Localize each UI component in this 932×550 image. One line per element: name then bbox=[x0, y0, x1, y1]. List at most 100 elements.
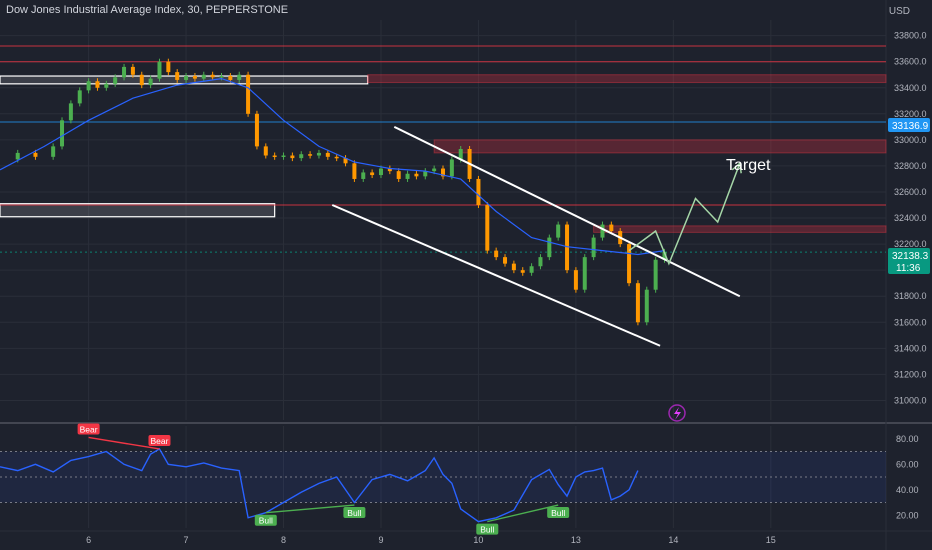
candle-body bbox=[148, 78, 153, 86]
candle-body bbox=[325, 152, 330, 157]
price-tick-label: 33400.0 bbox=[894, 83, 927, 93]
candle-body bbox=[299, 154, 304, 159]
candle-body bbox=[449, 159, 454, 177]
bull-badge-text: Bull bbox=[480, 525, 494, 535]
candle-body bbox=[432, 168, 437, 172]
candle-body bbox=[511, 263, 516, 271]
last-price-text: 32138.3 bbox=[892, 251, 929, 262]
candle-body bbox=[352, 163, 357, 179]
candle-body bbox=[95, 81, 100, 88]
bull-badge-text: Bull bbox=[259, 516, 273, 526]
time-tick-label: 13 bbox=[571, 535, 581, 545]
price-tick-label: 31200.0 bbox=[894, 369, 927, 379]
rsi-panel: Bear Bear Bull Bull Bull Bull bbox=[0, 423, 886, 535]
candle-body bbox=[68, 103, 73, 121]
candle-body bbox=[476, 178, 481, 206]
candle-body bbox=[104, 83, 109, 88]
candle-body bbox=[122, 66, 127, 78]
bull-badge-text: Bull bbox=[347, 508, 361, 518]
price-tick-label: 32400.0 bbox=[894, 213, 927, 223]
candle-body bbox=[130, 66, 135, 75]
candle-body bbox=[609, 224, 614, 232]
candle-body bbox=[139, 74, 144, 86]
candle-body bbox=[494, 250, 499, 258]
moving-average-line bbox=[0, 77, 665, 256]
time-tick-label: 14 bbox=[668, 535, 678, 545]
candle-body bbox=[361, 172, 366, 179]
countdown-text: 11:36 bbox=[896, 263, 921, 274]
candle-body bbox=[166, 61, 171, 73]
candle-body bbox=[635, 283, 640, 323]
candle-body bbox=[334, 156, 339, 159]
candle-body bbox=[573, 270, 578, 290]
price-axis[interactable]: 33800.0 33600.0 33400.0 33200.0 33000.0 32800… bbox=[894, 31, 927, 406]
candle-body bbox=[396, 171, 401, 179]
bear-badge-text: Bear bbox=[150, 436, 168, 446]
candle-body bbox=[503, 257, 508, 264]
candle-body bbox=[51, 146, 56, 157]
time-tick-label: 8 bbox=[281, 535, 286, 545]
zone-box bbox=[0, 203, 276, 218]
candle-body bbox=[113, 77, 118, 84]
projection bbox=[628, 161, 742, 266]
candle-body bbox=[228, 76, 233, 80]
time-tick-label: 9 bbox=[378, 535, 383, 545]
candle-body bbox=[538, 257, 543, 267]
chart-canvas[interactable]: Target BearBearBullBullBullBull 33800.03… bbox=[0, 0, 932, 550]
rsi-axis[interactable]: 80.00 60.00 40.00 20.00 bbox=[896, 434, 919, 521]
time-tick-label: 6 bbox=[86, 535, 91, 545]
channel bbox=[331, 125, 741, 347]
time-tick-label: 15 bbox=[766, 535, 776, 545]
price-tick-label: 33800.0 bbox=[894, 31, 927, 41]
time-tick-label: 7 bbox=[184, 535, 189, 545]
candle-body bbox=[644, 289, 649, 323]
rsi-tick-label: 80.00 bbox=[896, 434, 919, 444]
candle-body bbox=[378, 168, 383, 176]
candle-body bbox=[414, 173, 419, 177]
price-tick-label: 31400.0 bbox=[894, 343, 927, 353]
candle-body bbox=[175, 72, 180, 80]
price-tick-label: 31000.0 bbox=[894, 395, 927, 405]
candle-body bbox=[219, 76, 224, 78]
candle-body bbox=[600, 224, 605, 238]
projection-path bbox=[628, 163, 741, 266]
candle-body bbox=[246, 74, 251, 114]
zone-box bbox=[0, 75, 369, 85]
candle-body bbox=[184, 76, 189, 80]
candle-body bbox=[86, 81, 91, 91]
candle-body bbox=[210, 74, 215, 78]
divergence-line bbox=[265, 504, 355, 514]
candle-body bbox=[405, 173, 410, 179]
candle-body bbox=[290, 155, 295, 159]
candle-body bbox=[15, 152, 20, 160]
candle-body bbox=[33, 152, 38, 157]
lightning-icon[interactable] bbox=[668, 404, 686, 422]
time-axis[interactable]: 6 7 8 9 10 13 14 15 bbox=[86, 535, 776, 545]
candle-body bbox=[485, 205, 490, 251]
candle-body bbox=[237, 74, 242, 80]
price-tick-label: 31800.0 bbox=[894, 291, 927, 301]
rsi-band bbox=[0, 451, 886, 503]
price-tick-label: 33600.0 bbox=[894, 57, 927, 67]
bear-badge-text: Bear bbox=[80, 424, 98, 434]
candle-body bbox=[653, 259, 658, 290]
candle-body bbox=[520, 270, 525, 273]
level-badge-text: 33136.9 bbox=[892, 121, 929, 132]
price-tick-label: 32800.0 bbox=[894, 161, 927, 171]
supply-zone bbox=[593, 225, 887, 233]
candle-body bbox=[556, 224, 561, 238]
candle-body bbox=[77, 90, 82, 104]
candle-body bbox=[316, 152, 321, 156]
supply-zone bbox=[367, 74, 887, 84]
candle-body bbox=[591, 237, 596, 258]
candle-body bbox=[308, 154, 313, 156]
candle-body bbox=[201, 74, 206, 79]
candle-body bbox=[263, 146, 268, 156]
rsi-tick-label: 40.00 bbox=[896, 485, 919, 495]
candle-body bbox=[157, 61, 162, 79]
candle-body bbox=[272, 155, 277, 158]
rsi-tick-label: 20.00 bbox=[896, 510, 919, 520]
candle-body bbox=[582, 257, 587, 290]
bull-badge-text: Bull bbox=[551, 508, 565, 518]
supply-zone bbox=[433, 139, 887, 154]
